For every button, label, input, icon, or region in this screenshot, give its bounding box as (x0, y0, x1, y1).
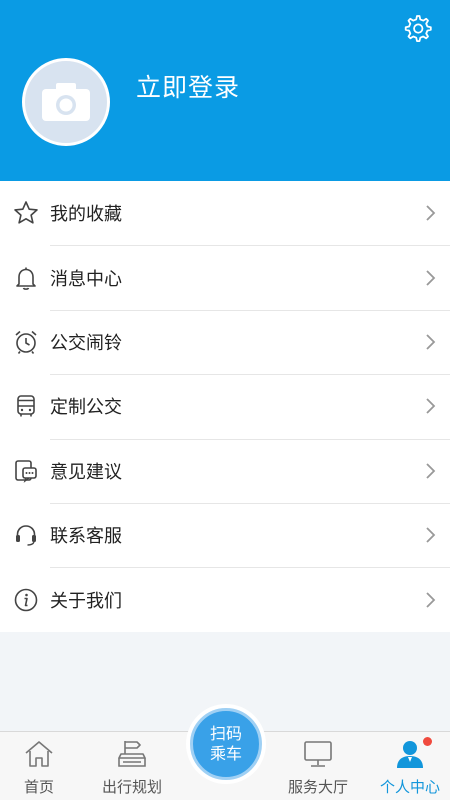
chevron-right-icon (426, 205, 436, 221)
tab-label: 出行规划 (101, 778, 162, 796)
tab-label: 首页 (23, 778, 54, 796)
star-icon (12, 199, 40, 227)
tab-service-hall[interactable]: 服务大厅 (273, 738, 363, 798)
user-icon (397, 741, 423, 768)
chevron-right-icon (426, 398, 436, 414)
menu-item-label: 联系客服 (50, 526, 122, 548)
menu-item-label: 意见建议 (50, 461, 122, 483)
bell-icon (12, 264, 40, 292)
monitor-icon (304, 741, 332, 767)
menu-item-label: 定制公交 (50, 397, 122, 419)
menu-item-label: 消息中心 (50, 268, 122, 290)
tab-label: 个人中心 (379, 778, 440, 796)
chevron-right-icon (426, 591, 436, 608)
menu-item-custom-bus[interactable]: 定制公交 (0, 374, 450, 438)
scan-label-line2: 乘车 (209, 744, 242, 763)
route-sign-icon (118, 741, 146, 767)
scan-label-line1: 扫码 (209, 724, 242, 743)
scan-to-ride-button[interactable]: 扫码 乘车 (186, 704, 266, 784)
chevron-right-icon (426, 527, 436, 543)
tab-label: 服务大厅 (287, 778, 348, 796)
profile-header: 立即登录 (0, 0, 450, 181)
info-icon (12, 586, 40, 614)
menu-item-bus-alarm[interactable]: 公交闹铃 (0, 309, 450, 374)
menu-item-label: 我的收藏 (50, 204, 122, 226)
menu-item-label: 关于我们 (50, 590, 122, 612)
profile-menu: 我的收藏 消息中心 公交闹铃 定制公交 意见建议 联系客服 关于我们 (0, 181, 450, 632)
menu-item-feedback[interactable]: 意见建议 (0, 438, 450, 503)
chevron-right-icon (426, 269, 436, 286)
chevron-right-icon (426, 334, 436, 350)
bus-icon (12, 392, 40, 420)
menu-item-favorites[interactable]: 我的收藏 (0, 181, 450, 245)
tab-profile[interactable]: 个人中心 (365, 738, 450, 798)
gear-icon[interactable] (402, 14, 432, 44)
notification-badge (423, 737, 432, 746)
tab-trip-planning[interactable]: 出行规划 (87, 738, 177, 798)
avatar[interactable] (22, 58, 110, 146)
login-link[interactable]: 立即登录 (136, 68, 240, 104)
menu-item-customer-service[interactable]: 联系客服 (0, 502, 450, 567)
scan-button-inner: 扫码 乘车 (190, 708, 262, 780)
menu-item-label: 公交闹铃 (50, 332, 122, 354)
alarm-clock-icon (12, 328, 40, 356)
camera-icon (42, 83, 90, 121)
menu-item-messages[interactable]: 消息中心 (0, 245, 450, 309)
home-icon (25, 741, 53, 767)
menu-item-about-us[interactable]: 关于我们 (0, 567, 450, 631)
headset-icon (12, 521, 40, 549)
chevron-right-icon (426, 463, 436, 479)
tab-home[interactable]: 首页 (0, 738, 84, 798)
feedback-icon (12, 457, 40, 485)
